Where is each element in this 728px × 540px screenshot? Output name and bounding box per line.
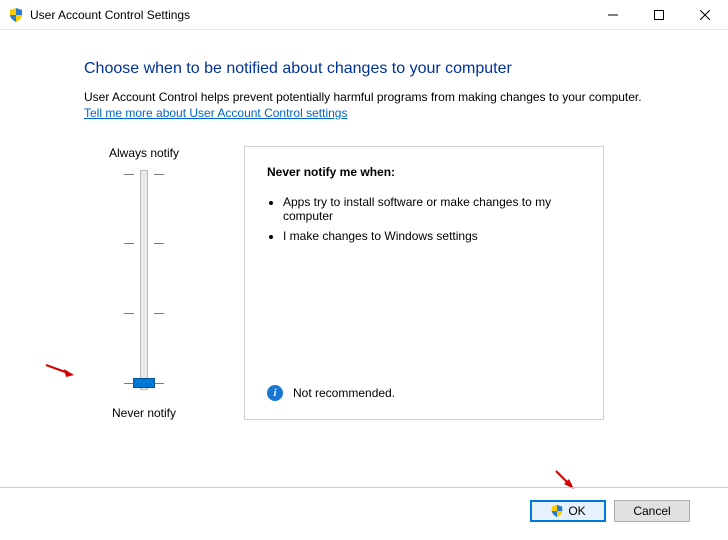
slider-track xyxy=(140,170,148,390)
slider-tick xyxy=(124,174,164,175)
info-bullet-list: Apps try to install software or make cha… xyxy=(283,189,581,249)
slider-thumb[interactable] xyxy=(133,378,155,388)
page-heading: Choose when to be notified about changes… xyxy=(84,60,680,78)
slider-label-bottom: Never notify xyxy=(112,406,176,420)
shield-icon xyxy=(8,7,24,23)
annotation-arrow-icon xyxy=(44,361,74,382)
window-title: User Account Control Settings xyxy=(30,8,190,22)
info-title: Never notify me when: xyxy=(267,165,581,179)
ok-button-label: OK xyxy=(568,504,585,518)
content-area: Choose when to be notified about changes… xyxy=(0,30,728,430)
cancel-button-label: Cancel xyxy=(633,504,670,518)
learn-more-link[interactable]: Tell me more about User Account Control … xyxy=(84,106,347,120)
shield-icon xyxy=(550,504,564,518)
slider-tick xyxy=(124,243,164,244)
slider-tick xyxy=(124,313,164,314)
notification-info-box: Never notify me when: Apps try to instal… xyxy=(244,146,604,420)
slider-column: Always notify Never notify xyxy=(84,146,204,420)
close-button[interactable] xyxy=(682,0,728,30)
titlebar: User Account Control Settings xyxy=(0,0,728,30)
page-description: User Account Control helps prevent poten… xyxy=(84,90,680,104)
recommendation-row: i Not recommended. xyxy=(267,367,581,401)
info-icon: i xyxy=(267,385,283,401)
cancel-button[interactable]: Cancel xyxy=(614,500,690,522)
dialog-footer: OK Cancel xyxy=(0,487,728,540)
minimize-button[interactable] xyxy=(590,0,636,30)
ok-button[interactable]: OK xyxy=(530,500,606,522)
body-area: Always notify Never notify Never notify … xyxy=(84,146,680,420)
maximize-button[interactable] xyxy=(636,0,682,30)
uac-slider[interactable] xyxy=(124,170,164,390)
info-bullet: Apps try to install software or make cha… xyxy=(283,195,581,223)
info-bullet: I make changes to Windows settings xyxy=(283,229,581,243)
slider-label-top: Always notify xyxy=(109,146,179,160)
window-title-group: User Account Control Settings xyxy=(8,7,590,23)
window-controls xyxy=(590,0,728,30)
recommendation-text: Not recommended. xyxy=(293,386,395,400)
